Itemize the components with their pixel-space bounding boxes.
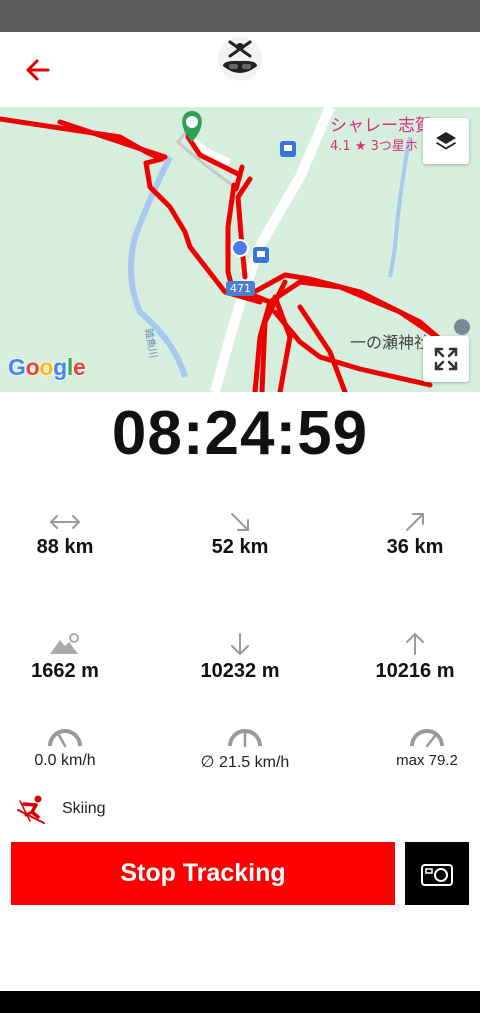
speedometer-icon [228, 729, 262, 748]
arrow-up-right-icon [406, 513, 424, 531]
descent-value: 10232 m [200, 660, 280, 682]
app-logo [217, 36, 263, 82]
max-speed-value: max 79.2 [396, 752, 458, 769]
speedometer-icon [410, 729, 444, 748]
horizontal-arrows-icon [49, 515, 81, 529]
shrine-label: 一の瀬神社 [350, 333, 431, 352]
back-button[interactable] [20, 52, 56, 88]
stat-average-speed: ∅ 21.5 km/h [175, 726, 315, 772]
average-speed-value: ∅ 21.5 km/h [200, 754, 290, 771]
map-fullscreen-button[interactable] [423, 336, 469, 382]
activity-type[interactable]: Skiing [16, 792, 106, 826]
fullscreen-icon [434, 347, 458, 371]
stat-current-speed: 0.0 km/h [0, 726, 135, 770]
layers-icon [436, 132, 456, 150]
place-rating-label: 4.1 ★ 3つ星ホ [330, 139, 418, 154]
speedometer-icon [48, 729, 82, 748]
current-speed-value: 0.0 km/h [34, 752, 96, 769]
stat-descent: 10232 m [170, 632, 310, 683]
stat-ascent: 10216 m [345, 632, 480, 683]
ascent-value: 10216 m [375, 660, 455, 682]
mountain-pin-icon [50, 633, 79, 654]
uphill-distance-value: 36 km [386, 536, 444, 558]
route-map[interactable]: シャレー志賀 4.1 ★ 3つ星ホ 一の瀬神社 471 雑魚川 [0, 107, 480, 392]
stat-max-speed: max 79.2 [357, 726, 480, 769]
navigation-bar [0, 991, 480, 1013]
stat-uphill-distance: 36 km [345, 512, 480, 559]
stat-distance: 88 km [0, 512, 135, 559]
arrow-up-icon [406, 632, 424, 655]
activity-label: Skiing [62, 800, 106, 817]
arrow-down-right-icon [231, 513, 249, 531]
arrow-left-icon [26, 59, 50, 81]
arrow-down-icon [231, 633, 249, 656]
camera-button[interactable] [405, 842, 469, 905]
stop-tracking-button[interactable]: Stop Tracking [11, 842, 395, 905]
stat-altitude: 1662 m [0, 632, 135, 683]
route-shield: 471 [226, 281, 255, 296]
stat-downhill-distance: 52 km [170, 512, 310, 559]
place-name-label: シャレー志賀 [330, 116, 432, 136]
app-bar [0, 32, 480, 107]
altitude-value: 1662 m [31, 660, 99, 682]
skier-icon [17, 795, 45, 824]
map-layers-button[interactable] [423, 118, 469, 164]
google-attribution: Google [8, 354, 86, 380]
distance-value: 88 km [36, 536, 94, 558]
downhill-distance-value: 52 km [211, 536, 269, 558]
camera-icon [421, 863, 453, 886]
elapsed-time: 08:24:59 [111, 399, 369, 468]
status-bar [0, 0, 480, 32]
